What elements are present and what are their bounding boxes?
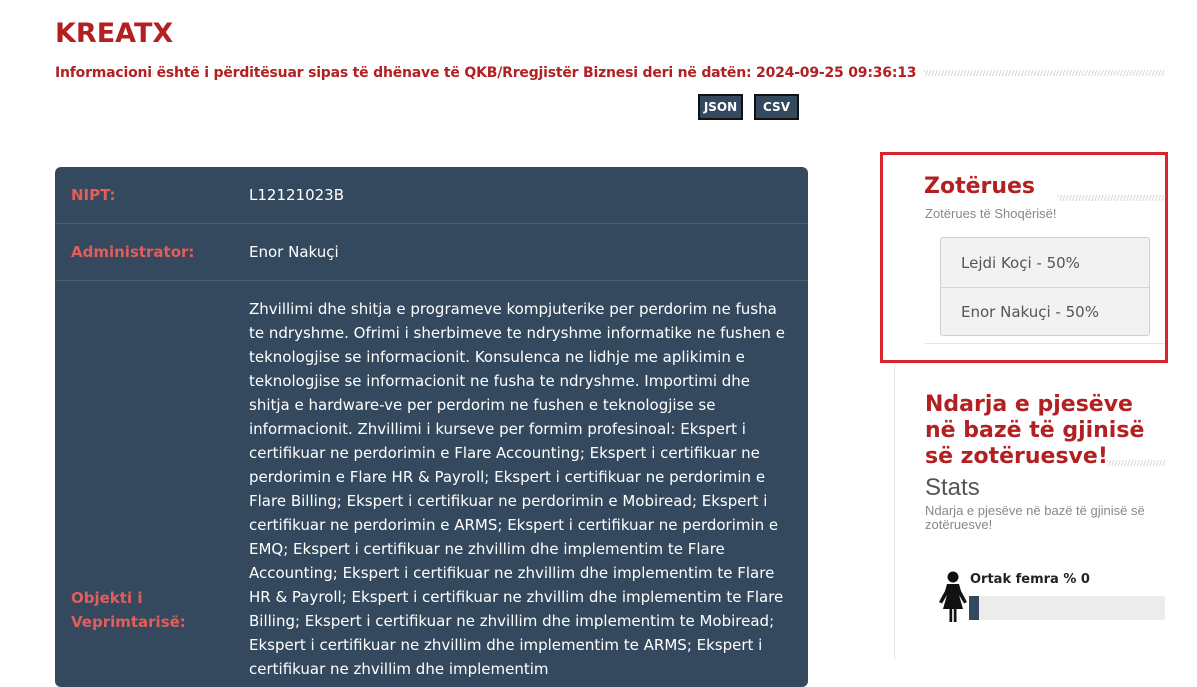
- owners-title: Zotërues: [924, 174, 1036, 199]
- stats-heading: Stats: [925, 474, 980, 501]
- decorative-hatch: [1107, 460, 1165, 466]
- update-info-text: Informacioni është i përditësuar sipas t…: [55, 65, 917, 81]
- divider: [925, 343, 1165, 344]
- nipt-label: NIPT:: [71, 186, 116, 204]
- divider: [894, 365, 895, 659]
- info-row-nipt: NIPT: L12121023B: [55, 167, 808, 224]
- decorative-hatch: [924, 70, 1165, 76]
- export-json-button[interactable]: JSON: [698, 94, 743, 120]
- stats-title: Ndarja e pjesëve në bazë të gjinisë së z…: [925, 392, 1145, 469]
- owner-item[interactable]: Lejdi Koçi - 50%: [941, 238, 1149, 287]
- administrator-label: Administrator:: [71, 243, 195, 261]
- nipt-value: L12121023B: [249, 186, 344, 204]
- female-owners-label: Ortak femra % 0: [970, 572, 1090, 587]
- info-row-object: Objekti i Veprimtarisë: Zhvillimi dhe sh…: [55, 281, 808, 681]
- object-value: Zhvillimi dhe shitja e programeve kompju…: [249, 300, 785, 678]
- decorative-hatch: [1058, 195, 1164, 201]
- company-title: KREATX: [55, 18, 174, 49]
- object-label: Objekti i Veprimtarisë:: [71, 589, 186, 631]
- stats-subtitle: Ndarja e pjesëve në bazë të gjinisë së z…: [925, 503, 1145, 532]
- owner-item[interactable]: Enor Nakuçi - 50%: [941, 287, 1149, 336]
- update-info: Informacioni është i përditësuar sipas t…: [55, 63, 1165, 83]
- company-info-card: NIPT: L12121023B Administrator: Enor Nak…: [55, 167, 808, 687]
- administrator-value: Enor Nakuçi: [249, 243, 339, 261]
- owners-subtitle: Zotërues të Shoqërisë!: [925, 206, 1057, 221]
- owners-list: Lejdi Koçi - 50% Enor Nakuçi - 50%: [940, 237, 1150, 336]
- info-row-administrator: Administrator: Enor Nakuçi: [55, 224, 808, 281]
- female-person-icon: [939, 571, 967, 622]
- female-owners-progress: [969, 596, 1165, 620]
- female-owners-progress-fill: [969, 596, 979, 620]
- export-csv-button[interactable]: CSV: [754, 94, 799, 120]
